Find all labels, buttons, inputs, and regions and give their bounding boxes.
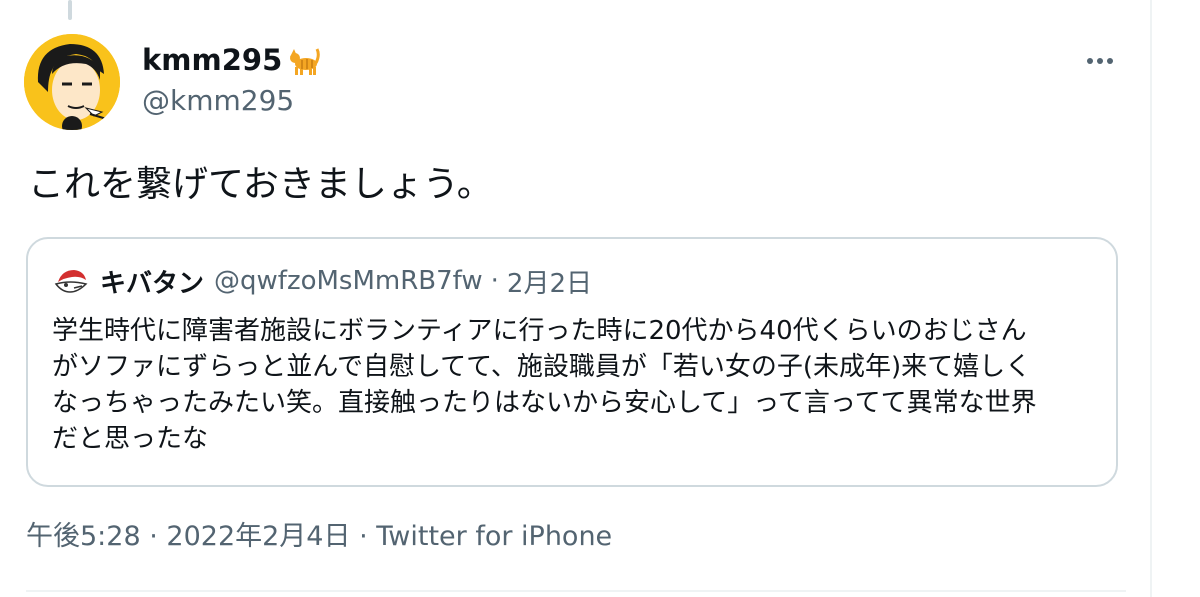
quote-text-line: だと思ったな bbox=[52, 424, 209, 454]
author-name-text: kmm295 bbox=[142, 43, 283, 77]
avatar[interactable] bbox=[24, 34, 120, 130]
thread-connector-line bbox=[68, 0, 72, 20]
more-horizontal-icon[interactable] bbox=[1080, 48, 1120, 74]
meta-separator: · bbox=[359, 521, 377, 552]
tweet-date[interactable]: 2022年2月4日 bbox=[166, 521, 350, 552]
tweet-detail: kmm295 @kmm295 これを繋げておきましょう。 キバタン @qwfzo… bbox=[0, 0, 1200, 597]
quote-separator: · bbox=[490, 266, 499, 296]
avatar-illustration bbox=[24, 34, 120, 130]
quote-author-handle: @qwfzoMsMmRB7fw bbox=[214, 266, 483, 296]
tweet-meta: 午後5:28 · 2022年2月4日 · Twitter for iPhone bbox=[26, 520, 612, 554]
quote-text-line: 学生時代に障害者施設にボランティアに行った時に20代から40代くらいのおじさん bbox=[52, 316, 1027, 346]
more-dot bbox=[1087, 58, 1093, 64]
quote-tweet-card[interactable]: キバタン @qwfzoMsMmRB7fw · 2月2日 学生時代に障害者施設にボ… bbox=[26, 237, 1118, 487]
quote-text-line: がソファにずらっと並んで自慰してて、施設職員が「若い女の子(未成年)来て嬉しく bbox=[52, 352, 1032, 382]
quote-author-name: キバタン bbox=[100, 268, 205, 299]
tweet-text: これを繋げておきましょう。 bbox=[28, 164, 493, 205]
more-dot bbox=[1097, 58, 1103, 64]
author-display-name[interactable]: kmm295 bbox=[142, 42, 321, 78]
quote-text-line: なっちゃったみたい笑。直接触ったりはないから安心して」って言ってて異常な世界 bbox=[52, 388, 1037, 418]
quote-avatar bbox=[52, 262, 90, 300]
more-dot bbox=[1107, 58, 1113, 64]
tweet-time[interactable]: 午後5:28 bbox=[26, 521, 141, 552]
quote-header: キバタン @qwfzoMsMmRB7fw · 2月2日 bbox=[52, 262, 592, 300]
cat-icon bbox=[286, 43, 321, 77]
quote-text: 学生時代に障害者施設にボランティアに行った時に20代から40代くらいのおじさん … bbox=[52, 313, 1102, 457]
author-handle[interactable]: @kmm295 bbox=[142, 84, 294, 118]
tweet-source[interactable]: Twitter for iPhone bbox=[376, 521, 612, 552]
meta-separator: · bbox=[149, 521, 167, 552]
column-border bbox=[1150, 0, 1152, 597]
quote-date: 2月2日 bbox=[506, 268, 592, 299]
divider bbox=[26, 590, 1126, 592]
